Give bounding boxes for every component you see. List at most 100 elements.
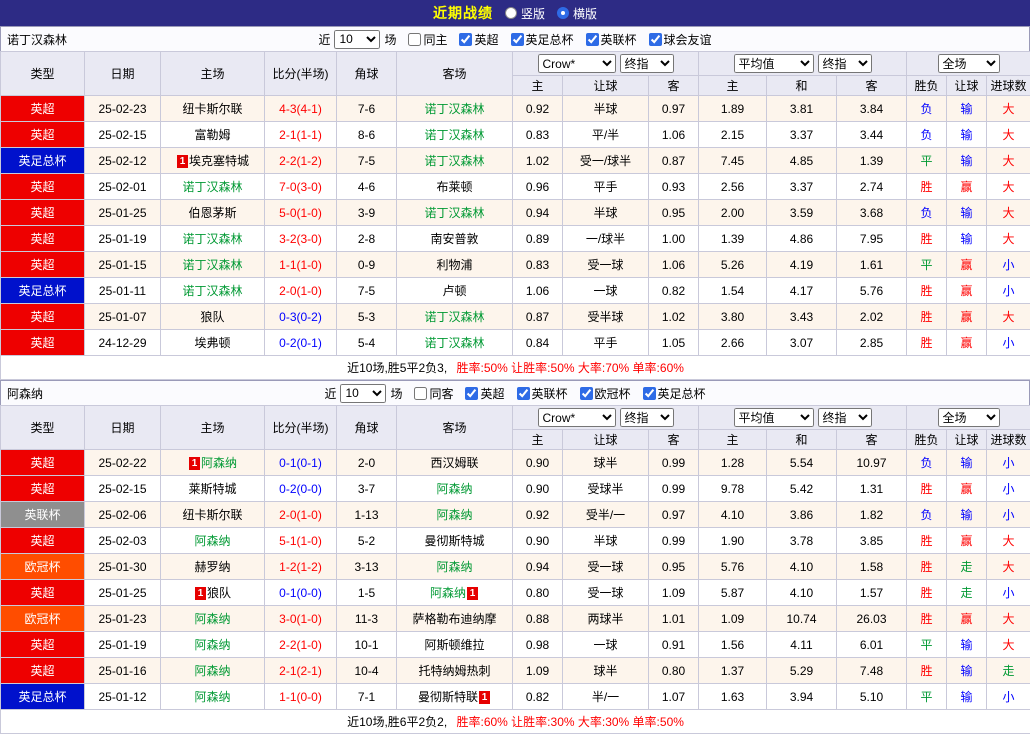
home-team-link[interactable]: 诺丁汉森林 [182, 258, 242, 272]
away-team-link[interactable]: 萨格勒布迪纳摩 [412, 612, 496, 626]
score-link[interactable]: 1-2(1-2) [279, 560, 322, 574]
same-venue-filter[interactable]: 同客 [414, 385, 453, 402]
recent-count-select[interactable]: 10 [334, 30, 380, 49]
away-team-link[interactable]: 诺丁汉森林 [424, 102, 484, 116]
same-venue-checkbox[interactable] [408, 33, 421, 46]
same-venue-filter[interactable]: 同主 [408, 31, 447, 48]
home-team-link[interactable]: 诺丁汉森林 [182, 232, 242, 246]
home-team-link[interactable]: 狼队 [207, 586, 231, 600]
league-filter-checkbox[interactable] [459, 33, 472, 46]
score-link[interactable]: 2-0(1-0) [279, 508, 322, 522]
score-link[interactable]: 2-1(2-1) [279, 664, 322, 678]
home-team-link[interactable]: 诺丁汉森林 [182, 180, 242, 194]
away-team-link[interactable]: 曼彻斯特联 [418, 690, 478, 704]
score-link[interactable]: 0-2(0-1) [279, 336, 322, 350]
home-team-link[interactable]: 阿森纳 [194, 664, 230, 678]
away-team-link[interactable]: 阿森纳 [436, 482, 472, 496]
league-filter[interactable]: 英足总杯 [511, 31, 574, 48]
bookmaker-select[interactable]: Crow* [538, 54, 616, 73]
score-link[interactable]: 1-1(1-0) [279, 258, 322, 272]
radio-icon-vertical[interactable] [505, 7, 517, 19]
score-link[interactable]: 1-1(0-0) [279, 690, 322, 704]
radio-icon-horizontal[interactable] [557, 7, 569, 19]
score-link[interactable]: 2-2(1-2) [279, 154, 322, 168]
score-link[interactable]: 3-0(1-0) [279, 612, 322, 626]
league-filter-checkbox[interactable] [649, 33, 662, 46]
home-team-link[interactable]: 阿森纳 [201, 456, 237, 470]
scope-select[interactable]: 全场 [938, 54, 1000, 73]
away-team-link[interactable]: 南安普敦 [430, 232, 478, 246]
avg-stage-select[interactable]: 终指 [818, 54, 872, 73]
league-filter[interactable]: 英联杯 [586, 31, 637, 48]
score-link[interactable]: 0-3(0-2) [279, 310, 322, 324]
league-filter-checkbox[interactable] [465, 387, 478, 400]
league-filter[interactable]: 英足总杯 [643, 385, 706, 402]
league-filter[interactable]: 欧冠杯 [580, 385, 631, 402]
average-select[interactable]: 平均值 [734, 408, 814, 427]
home-team-link[interactable]: 赫罗纳 [194, 560, 230, 574]
recent-count-select[interactable]: 10 [340, 384, 386, 403]
away-team-link[interactable]: 阿森纳 [436, 560, 472, 574]
team-name[interactable]: 诺丁汉森林 [7, 31, 67, 48]
league-filter-checkbox[interactable] [517, 387, 530, 400]
home-team-link[interactable]: 埃弗顿 [194, 336, 230, 350]
league-filter-checkbox[interactable] [586, 33, 599, 46]
away-team-link[interactable]: 阿斯顿维拉 [424, 638, 484, 652]
league-filter[interactable]: 英超 [459, 31, 498, 48]
home-team-link[interactable]: 阿森纳 [194, 690, 230, 704]
league-filter-checkbox[interactable] [511, 33, 524, 46]
score-link[interactable]: 5-1(1-0) [279, 534, 322, 548]
score-link[interactable]: 0-1(0-0) [279, 586, 322, 600]
away-team-link[interactable]: 阿森纳 [430, 586, 466, 600]
score-link[interactable]: 0-1(0-1) [279, 456, 322, 470]
away-team-link[interactable]: 布莱顿 [436, 180, 472, 194]
scope-select[interactable]: 全场 [938, 408, 1000, 427]
away-team-link[interactable]: 诺丁汉森林 [424, 310, 484, 324]
league-filter-checkbox[interactable] [580, 387, 593, 400]
home-team-link[interactable]: 伯恩茅斯 [188, 206, 236, 220]
home-team-link[interactable]: 阿森纳 [194, 638, 230, 652]
home-team-link[interactable]: 阿森纳 [194, 612, 230, 626]
away-team-link[interactable]: 西汉姆联 [430, 456, 478, 470]
away-team-link[interactable]: 诺丁汉森林 [424, 206, 484, 220]
away-team-link[interactable]: 诺丁汉森林 [424, 154, 484, 168]
result-goals: 走 [987, 658, 1030, 684]
score-link[interactable]: 4-3(4-1) [279, 102, 322, 116]
layout-option-horizontal[interactable]: 横版 [557, 5, 597, 22]
away-team-link[interactable]: 诺丁汉森林 [424, 128, 484, 142]
away-team-link[interactable]: 托特纳姆热刺 [418, 664, 490, 678]
score-link[interactable]: 5-0(1-0) [279, 206, 322, 220]
away-team-link[interactable]: 卢顿 [442, 284, 466, 298]
score-link[interactable]: 2-2(1-0) [279, 638, 322, 652]
away-team-link[interactable]: 利物浦 [436, 258, 472, 272]
away-team-link[interactable]: 曼彻斯特城 [424, 534, 484, 548]
team-name[interactable]: 阿森纳 [7, 385, 43, 402]
home-team-link[interactable]: 纽卡斯尔联 [182, 508, 242, 522]
home-team-link[interactable]: 富勒姆 [194, 128, 230, 142]
score-link[interactable]: 2-0(1-0) [279, 284, 322, 298]
home-team-link[interactable]: 阿森纳 [194, 534, 230, 548]
score-link[interactable]: 7-0(3-0) [279, 180, 322, 194]
home-team-link[interactable]: 莱斯特城 [188, 482, 236, 496]
league-filter[interactable]: 英联杯 [517, 385, 568, 402]
away-team-link[interactable]: 诺丁汉森林 [424, 336, 484, 350]
league-filter-checkbox[interactable] [643, 387, 656, 400]
layout-option-vertical[interactable]: 竖版 [505, 5, 545, 22]
same-venue-checkbox[interactable] [414, 387, 427, 400]
league-filter[interactable]: 英超 [465, 385, 504, 402]
avg-stage-select[interactable]: 终指 [818, 408, 872, 427]
home-team-link[interactable]: 狼队 [200, 310, 224, 324]
league-filter[interactable]: 球会友谊 [649, 31, 712, 48]
average-select[interactable]: 平均值 [734, 54, 814, 73]
score-link[interactable]: 3-2(3-0) [279, 232, 322, 246]
away-team-link[interactable]: 阿森纳 [436, 508, 472, 522]
bookmaker-select[interactable]: Crow* [538, 408, 616, 427]
home-team-link[interactable]: 埃克塞特城 [189, 154, 249, 168]
home-team-link[interactable]: 纽卡斯尔联 [182, 102, 242, 116]
odds-stage-select[interactable]: 终指 [620, 408, 674, 427]
score-link[interactable]: 0-2(0-0) [279, 482, 322, 496]
odds-stage-select[interactable]: 终指 [620, 54, 674, 73]
home-team-link[interactable]: 诺丁汉森林 [182, 284, 242, 298]
score-link[interactable]: 2-1(1-1) [279, 128, 322, 142]
column-header: 角球 [337, 52, 397, 96]
